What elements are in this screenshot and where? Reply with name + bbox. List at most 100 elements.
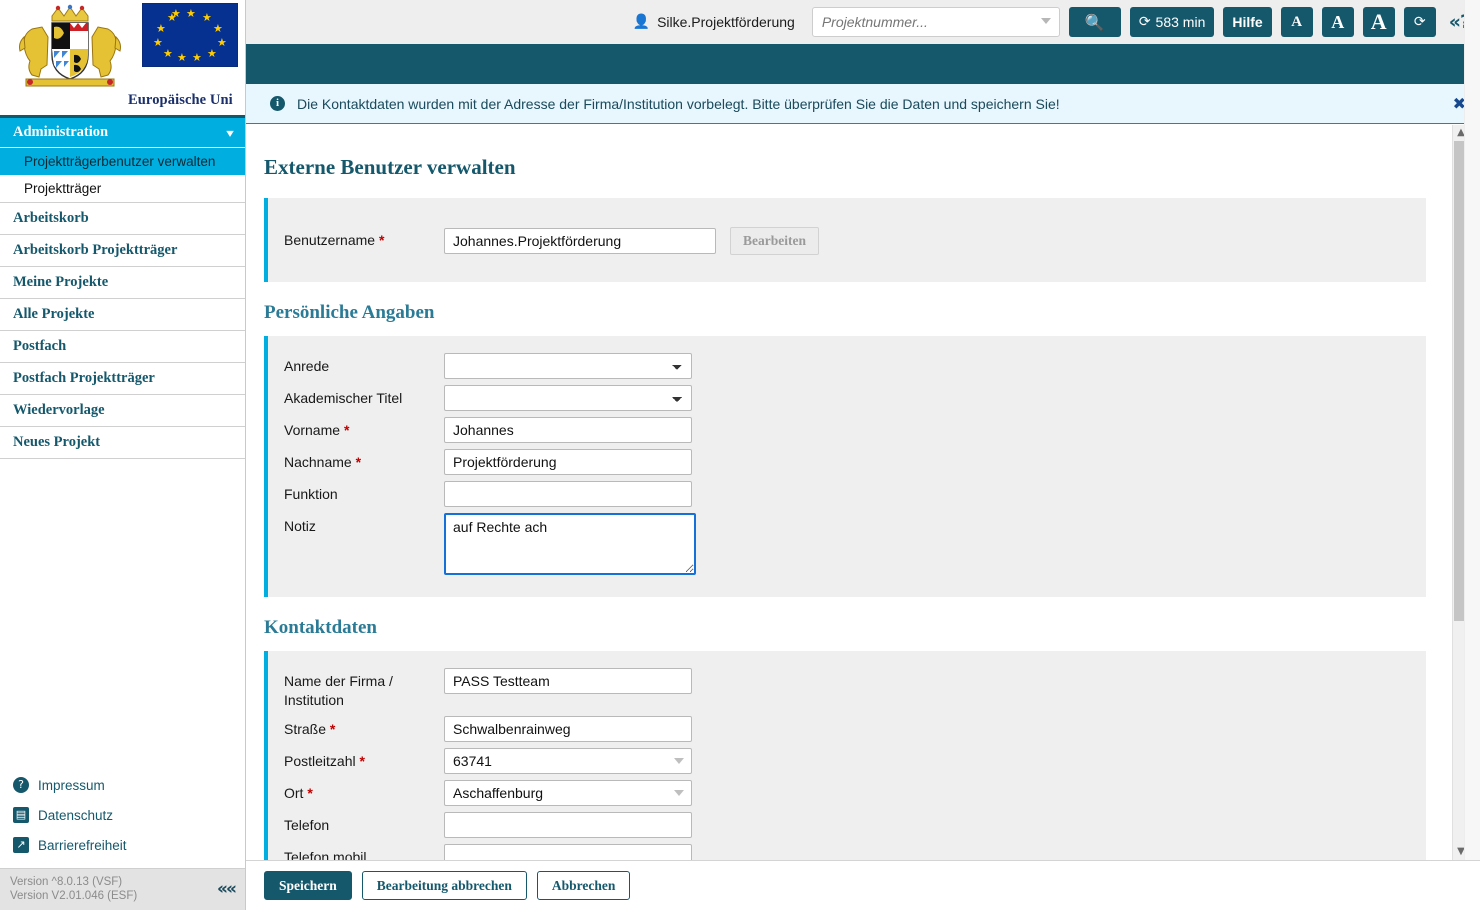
telefon-input[interactable] — [444, 812, 692, 838]
chevron-down-icon: ▾ — [226, 125, 234, 140]
field-label-firma: Name der Firma / Institution — [268, 668, 444, 710]
required-marker: * — [343, 422, 350, 438]
version-line-1: Version ^8.0.13 (VSF) — [10, 876, 123, 888]
close-icon[interactable]: ✖ — [1443, 94, 1466, 113]
funktion-input[interactable] — [444, 481, 692, 507]
sidebar-group-label: Administration — [13, 124, 109, 140]
sidebar-item-wiedervorlage[interactable]: Wiedervorlage — [0, 395, 245, 427]
sidebar-navigation: Administration ▾ Projektträgerbenutzer v… — [0, 118, 245, 459]
field-label-anrede: Anrede — [284, 358, 330, 374]
sidebar-link-label: Barrierefreiheit — [38, 837, 127, 853]
sidebar-item-arbeitskorb[interactable]: Arbeitskorb — [0, 203, 245, 235]
field-control-ort — [444, 780, 692, 806]
sidebar-link-label: Impressum — [38, 777, 105, 793]
field-control-funktion — [444, 481, 692, 507]
nachname-input[interactable] — [444, 449, 692, 475]
postleitzahl-combo-input[interactable] — [444, 748, 692, 774]
sidebar-item-projekttraegerbenutzer-verwalten[interactable]: Projektträgerbenutzer verwalten — [0, 148, 245, 175]
version-line-2: Version V2.01.046 (ESF) — [10, 890, 138, 902]
sidebar-item-projekttraeger[interactable]: Projektträger — [0, 175, 245, 203]
label-text: Name der Firma / Institution — [284, 673, 393, 708]
project-number-input[interactable] — [811, 7, 1060, 37]
font-size-large-button[interactable]: A — [1362, 7, 1395, 37]
sidebar-item-arbeitskorb-projekttraeger[interactable]: Arbeitskorb Projektträger — [0, 235, 245, 267]
required-marker: * — [355, 454, 362, 470]
sidebar-item-neues-projekt[interactable]: Neues Projekt — [0, 427, 245, 459]
section-title-persoenliche-angaben: Persönliche Angaben — [264, 302, 435, 323]
vorname-input[interactable] — [444, 417, 692, 443]
field-control-notiz: auf Rechte ach — [444, 513, 696, 580]
field-control-vorname — [444, 417, 692, 443]
refresh-icon: ⟳ — [1138, 14, 1151, 30]
bavaria-coat-of-arms-icon — [8, 3, 132, 95]
sidebar-item-label: Wiedervorlage — [13, 402, 105, 418]
field-row-telefon-mobil: Telefon mobil — [268, 841, 1426, 860]
sidebar-item-meine-projekte[interactable]: Meine Projekte — [0, 267, 245, 299]
personal-panel: Anrede Akademischer Titel Vorname * Joha… — [264, 336, 1426, 597]
field-row-telefon: Telefon — [268, 809, 1426, 841]
username-panel: Benutzername * Bearbeiten — [264, 198, 1426, 282]
required-marker: * — [307, 785, 313, 801]
field-label-benutzername: Benutzername * — [268, 227, 444, 250]
required-marker: * — [329, 721, 336, 737]
label-text: Postleitzahl — [284, 753, 356, 769]
search-button[interactable]: 🔍 — [1068, 7, 1121, 37]
eu-flag-icon: ★ ★ ★ ★ ★ ★ ★ ★ ★ ★ ★ ★ — [142, 3, 238, 67]
search-icon: 🔍 — [1084, 12, 1105, 32]
field-control-firma — [444, 668, 692, 694]
project-search-wrapper — [811, 7, 1060, 37]
field-row-postleitzahl: Postleitzahl * — [268, 745, 1426, 777]
cancel-edit-button[interactable]: Bearbeitung abbrechen — [361, 871, 527, 900]
ort-combo-input[interactable] — [444, 780, 692, 806]
required-marker: * — [378, 232, 385, 248]
notification-banner: i Die Kontaktdaten wurden mit der Adress… — [246, 84, 1480, 124]
help-button[interactable]: Hilfe — [1223, 7, 1272, 37]
save-button[interactable]: Speichern — [264, 871, 352, 900]
sidebar-item-alle-projekte[interactable]: Alle Projekte — [0, 299, 245, 331]
field-row-notiz: Notiz auf Rechte ach — [268, 510, 1426, 583]
sidebar-item-postfach-projekttraeger[interactable]: Postfach Projektträger — [0, 363, 245, 395]
anrede-select[interactable] — [444, 353, 692, 379]
session-timer-button[interactable]: ⟳ 583 min — [1129, 7, 1215, 37]
field-row-vorname: Vorname * — [268, 414, 1426, 446]
sidebar-link-barrierefreiheit[interactable]: ↗ Barrierefreiheit — [0, 830, 245, 860]
cancel-button[interactable]: Abbrechen — [536, 871, 631, 900]
field-row-firma: Name der Firma / Institution — [268, 665, 1426, 713]
bearbeiten-button[interactable]: Bearbeiten — [730, 227, 819, 255]
action-bar: Speichern Bearbeitung abbrechen Abbreche… — [246, 860, 1480, 910]
reload-button[interactable]: ⟳ — [1403, 7, 1436, 37]
firma-input[interactable] — [444, 668, 692, 694]
sidebar-item-label: Postfach — [13, 338, 67, 354]
field-control-akademischer-titel — [444, 385, 692, 411]
field-label-funktion: Funktion — [284, 486, 338, 502]
field-control-telefon — [444, 812, 692, 838]
font-size-medium-button[interactable]: A — [1321, 7, 1354, 37]
telefon-mobil-input[interactable] — [444, 844, 692, 860]
sidebar-link-impressum[interactable]: ? Impressum — [0, 770, 245, 800]
font-size-small-button[interactable]: A — [1280, 7, 1313, 37]
akademischer-titel-select[interactable] — [444, 385, 692, 411]
label-text: Vorname — [284, 422, 341, 438]
contact-panel: Name der Firma /Institution Straße * — [264, 651, 1426, 860]
info-icon: i — [270, 96, 285, 111]
main-content: Externe Benutzer verwalten Benutzername … — [246, 125, 1480, 860]
notiz-textarea[interactable]: auf Rechte ach — [444, 513, 696, 575]
sidebar-link-datenschutz[interactable]: ▤ Datenschutz — [0, 800, 245, 830]
current-user-name: Silke.Projektförderung — [657, 14, 795, 30]
strasse-input[interactable] — [444, 716, 692, 742]
sidebar-item-postfach[interactable]: Postfach — [0, 331, 245, 363]
sidebar-collapse-button[interactable]: «« — [217, 879, 237, 899]
label-text: Benutzername — [284, 232, 376, 248]
field-control-postleitzahl — [444, 748, 692, 774]
sidebar-footer-links: ? Impressum ▤ Datenschutz ↗ Barrierefrei… — [0, 770, 245, 868]
sidebar-item-label: Neues Projekt — [13, 434, 101, 450]
session-timer-label: 583 min — [1155, 14, 1206, 30]
field-row-anrede: Anrede — [268, 350, 1426, 382]
benutzername-input[interactable] — [444, 228, 716, 254]
sidebar-group-administration[interactable]: Administration ▾ — [0, 118, 245, 148]
label-text: Straße — [284, 721, 327, 737]
field-label-strasse: Straße * — [268, 716, 444, 739]
sidebar-item-label: Alle Projekte — [13, 306, 95, 322]
window-scrollbar[interactable] — [1464, 0, 1480, 910]
